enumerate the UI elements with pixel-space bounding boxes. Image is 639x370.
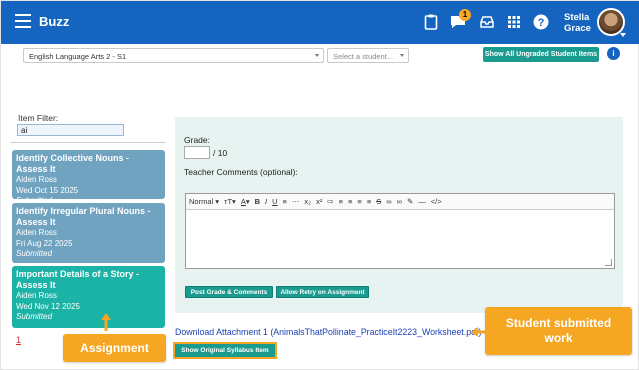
subscript-icon[interactable]: x₂ — [304, 197, 311, 206]
course-select-value: English Language Arts 2 - S1 — [29, 52, 127, 61]
assignment-title: Identify Irregular Plural Nouns - Assess… — [16, 206, 151, 227]
format-select-value: Normal — [189, 197, 214, 206]
assignment-date: Fri Aug 22 2025 — [16, 238, 73, 248]
chevron-down-icon[interactable] — [620, 33, 626, 37]
grade-label: Grade: — [184, 135, 210, 145]
assignment-student: Aiden Ross — [16, 175, 57, 184]
resize-handle[interactable] — [605, 259, 612, 266]
strikethrough-icon[interactable]: S — [376, 197, 381, 206]
divider — [10, 142, 166, 143]
avatar[interactable] — [597, 8, 625, 36]
align-left-icon[interactable]: ≡ — [339, 197, 343, 206]
item-filter-input[interactable] — [17, 124, 124, 136]
assignment-card[interactable]: Identify Collective Nouns - Assess It Ai… — [12, 150, 165, 205]
user-first-name: Stella — [564, 12, 590, 23]
post-grade-button[interactable]: Post Grade & Comments — [185, 286, 273, 298]
assignment-title: Identify Collective Nouns - Assess It — [16, 153, 130, 174]
student-select-placeholder: Select a student... — [333, 52, 394, 61]
grade-total: / 10 — [213, 148, 228, 158]
superscript-icon[interactable]: x² — [316, 197, 322, 206]
svg-text:?: ? — [538, 17, 545, 29]
ordered-list-icon[interactable]: ≡ — [283, 197, 287, 206]
assignment-student: Aiden Ross — [16, 291, 57, 300]
assignment-date: Wed Nov 12 2025 — [16, 301, 80, 311]
assignment-card-selected[interactable]: Important Details of a Story - Assess It… — [12, 266, 165, 328]
arrow-up-icon — [101, 313, 111, 331]
horizontal-rule-icon[interactable]: — — [418, 197, 426, 206]
code-icon[interactable]: </> — [431, 197, 442, 206]
font-color-icon[interactable]: A▾ — [241, 197, 250, 206]
grading-panel: Grade: / 10 Teacher Comments (optional):… — [175, 117, 623, 313]
assignment-card[interactable]: Identify Irregular Plural Nouns - Assess… — [12, 203, 165, 263]
font-size-icon[interactable]: ᴛT▾ — [224, 197, 236, 206]
highlight-icon[interactable]: ✎ — [407, 197, 413, 206]
info-icon[interactable]: i — [607, 47, 620, 60]
bold-icon[interactable]: B — [255, 197, 260, 206]
link-icon[interactable]: ∞ — [386, 197, 391, 206]
bullet-list-icon[interactable]: ⋯ — [292, 197, 300, 206]
show-original-syllabus-button[interactable]: Show Original Syllabus Item — [173, 342, 277, 359]
student-work-callout: Student submitted work — [485, 307, 632, 355]
align-right-icon[interactable]: ≡ — [357, 197, 361, 206]
editor-toolbar: Normal ▾ ᴛT▾ A▾ B I U ≡ ⋯ x₂ x² ⇨ ≡ ≡ ≡ … — [186, 194, 614, 210]
apps-grid-icon[interactable] — [505, 13, 523, 31]
user-name[interactable]: Stella Grace — [564, 12, 591, 34]
clipboard-icon[interactable] — [422, 13, 440, 31]
assignment-status: Submitted — [16, 312, 53, 321]
indent-icon[interactable]: ⇨ — [327, 197, 333, 206]
assignment-status: Submitted — [16, 249, 53, 258]
teacher-comments-label: Teacher Comments (optional): — [184, 167, 298, 177]
top-bar: Buzz 1 ? Stella Grace — [1, 1, 639, 44]
pagination-page-link[interactable]: 1 — [16, 335, 21, 345]
notification-badge: 1 — [459, 9, 471, 21]
assignment-student: Aiden Ross — [16, 228, 57, 237]
user-last-name: Grace — [564, 23, 591, 34]
grade-input[interactable] — [184, 146, 210, 159]
menu-icon[interactable] — [15, 14, 31, 28]
underline-icon[interactable]: U — [272, 197, 277, 206]
inbox-icon[interactable] — [478, 13, 496, 31]
justify-icon[interactable]: ≡ — [367, 197, 371, 206]
student-select[interactable]: Select a student... — [327, 48, 409, 63]
align-center-icon[interactable]: ≡ — [348, 197, 352, 206]
chevron-down-icon — [400, 54, 404, 57]
allow-retry-button[interactable]: Allow Retry on Assignment — [276, 286, 369, 298]
assignment-date: Wed Oct 15 2025 — [16, 185, 79, 195]
format-select[interactable]: Normal ▾ — [189, 197, 219, 206]
course-select[interactable]: English Language Arts 2 - S1 — [23, 48, 324, 63]
assignment-callout: Assignment — [63, 334, 166, 362]
unlink-icon[interactable]: ∞ — [397, 197, 402, 206]
student-work-callout-line1: Student submitted — [505, 316, 612, 330]
chevron-down-icon — [315, 54, 319, 57]
item-filter-label: Item Filter: — [18, 113, 59, 123]
help-icon[interactable]: ? — [532, 13, 550, 31]
student-work-callout-line2: work — [544, 331, 573, 345]
download-attachment-link[interactable]: Download Attachment 1 (AnimalsThatPollin… — [175, 327, 481, 337]
comments-editor[interactable]: Normal ▾ ᴛT▾ A▾ B I U ≡ ⋯ x₂ x² ⇨ ≡ ≡ ≡ … — [185, 193, 615, 269]
app-title: Buzz — [39, 14, 70, 29]
page: Buzz 1 ? Stella Grace English Language A… — [0, 0, 639, 370]
assignment-title: Important Details of a Story - Assess It — [16, 269, 140, 290]
italic-icon[interactable]: I — [265, 197, 267, 206]
show-all-ungraded-button[interactable]: Show All Ungraded Student Items — [483, 47, 599, 62]
